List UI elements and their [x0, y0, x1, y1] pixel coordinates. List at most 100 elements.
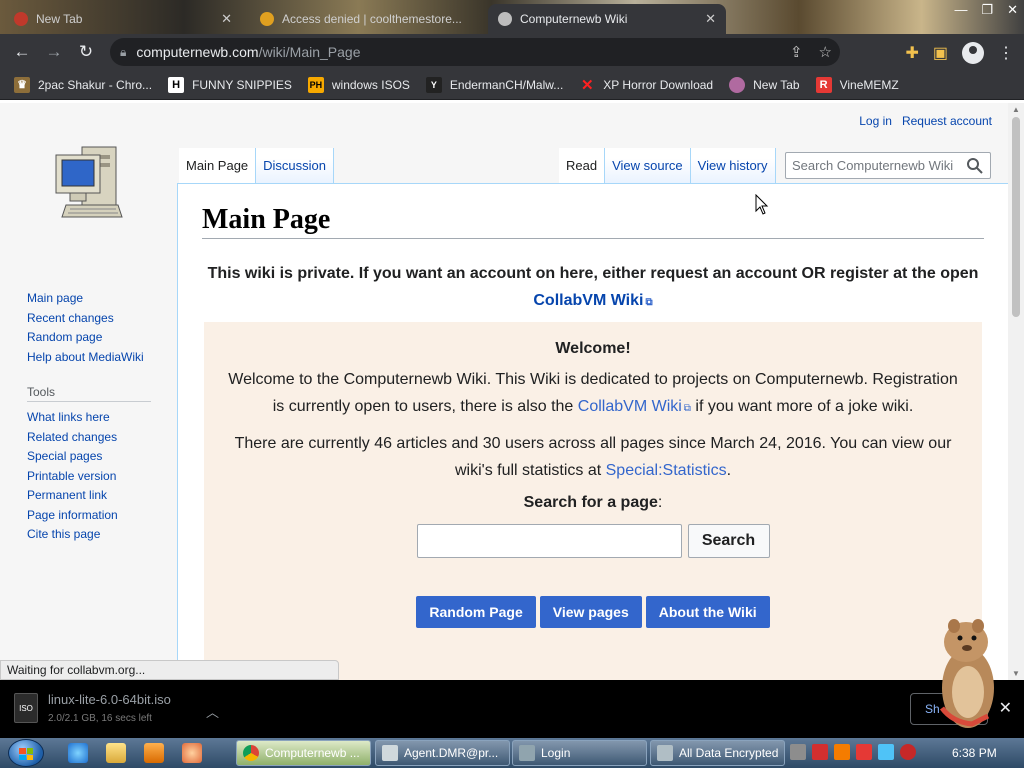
- tab-favicon-icon: [14, 12, 28, 26]
- tab-view-history[interactable]: View history: [690, 148, 776, 183]
- system-tray: [790, 744, 916, 760]
- iso-file-icon: ISO: [14, 693, 38, 723]
- sidebar-item-cite-this-page[interactable]: Cite this page: [27, 525, 157, 545]
- sidebar-item-special-pages[interactable]: Special pages: [27, 447, 157, 467]
- taskbar-item-all-data-encrypted[interactable]: All Data Encrypted: [650, 740, 785, 766]
- bookmark-item[interactable]: PH windows ISOS: [307, 76, 410, 93]
- quick-launch: [68, 743, 202, 763]
- private-notice: This wiki is private. If you want an acc…: [202, 260, 984, 316]
- tab-access-denied[interactable]: Access denied | coolthemestore...: [250, 4, 488, 34]
- lock-icon[interactable]: 🔒︎: [120, 45, 126, 60]
- bookmark-item[interactable]: H FUNNY SNIPPIES: [168, 76, 292, 93]
- taskbar-item-agent[interactable]: Agent.DMR@pr...: [375, 740, 510, 766]
- share-icon[interactable]: ⇪: [790, 43, 803, 61]
- chevron-up-icon[interactable]: ︿: [206, 702, 219, 721]
- bookmark-item[interactable]: R VineMEMZ: [815, 76, 899, 93]
- search-placeholder: Search Computernewb Wiki: [792, 158, 954, 173]
- content-area: Main Page This wiki is private. If you w…: [177, 183, 1008, 680]
- bookmark-star-icon[interactable]: ☆: [819, 43, 832, 61]
- app-launcher-icon[interactable]: [182, 743, 202, 763]
- tray-app-icon[interactable]: [812, 744, 828, 760]
- page-scrollbar[interactable]: ▲ ▼: [1008, 103, 1024, 680]
- scroll-thumb[interactable]: [1012, 117, 1020, 317]
- menu-kebab-icon[interactable]: ⋮: [998, 43, 1014, 63]
- bookmarks-bar: ♛ 2pac Shakur - Chro... H FUNNY SNIPPIES…: [0, 70, 1024, 100]
- taskbar-item-chrome[interactable]: Computernewb ...: [236, 740, 371, 766]
- sidebar-item-printable-version[interactable]: Printable version: [27, 467, 157, 487]
- tray-flag-icon[interactable]: [856, 744, 872, 760]
- back-icon[interactable]: ←: [6, 42, 38, 62]
- media-player-icon[interactable]: [144, 743, 164, 763]
- start-button[interactable]: [8, 739, 44, 767]
- minimize-icon[interactable]: —: [954, 2, 967, 18]
- extensions-icon[interactable]: ✚: [905, 43, 918, 63]
- profile-avatar[interactable]: [962, 42, 984, 64]
- bookmark-label: New Tab: [753, 77, 800, 92]
- collabvm-wiki-link[interactable]: CollabVM Wiki: [533, 292, 643, 309]
- forward-icon[interactable]: →: [38, 42, 70, 62]
- about-wiki-button[interactable]: About the Wiki: [645, 596, 770, 628]
- search-icon[interactable]: [966, 157, 984, 175]
- tab-new-tab[interactable]: New Tab ✕: [4, 4, 242, 34]
- scroll-up-icon[interactable]: ▲: [1012, 105, 1020, 114]
- sidebar-item-recent-changes[interactable]: Recent changes: [27, 309, 157, 329]
- sidebar-item-permanent-link[interactable]: Permanent link: [27, 486, 157, 506]
- tray-app-icon[interactable]: [790, 744, 806, 760]
- tab-discussion[interactable]: Discussion: [256, 148, 335, 183]
- browser-toolbar: ← → ↻ 🔒︎ computernewb.com /wiki/Main_Pag…: [0, 34, 1024, 70]
- tab-view-source[interactable]: View source: [605, 148, 691, 183]
- sidebar-item-help[interactable]: Help about MediaWiki: [27, 348, 157, 368]
- sidebar-item-main-page[interactable]: Main page: [27, 289, 157, 309]
- reload-icon[interactable]: ↻: [70, 42, 102, 62]
- wiki-logo-computer-icon[interactable]: [52, 141, 124, 225]
- external-link-icon: ⧉: [683, 403, 691, 414]
- scroll-down-icon[interactable]: ▼: [1012, 669, 1020, 678]
- sidebar-item-random-page[interactable]: Random page: [27, 328, 157, 348]
- user-icon: [519, 745, 535, 761]
- tray-network-icon[interactable]: [878, 744, 894, 760]
- close-tab-icon[interactable]: ✕: [221, 11, 232, 27]
- random-page-button[interactable]: Random Page: [416, 596, 536, 628]
- download-item[interactable]: ISO linux-lite-6.0-64bit.iso 2.0/2.1 GB,…: [14, 692, 171, 724]
- file-explorer-icon[interactable]: [106, 743, 126, 763]
- bookmark-item[interactable]: Y EndermanCH/Malw...: [425, 76, 563, 93]
- taskbar-item-login[interactable]: Login: [512, 740, 647, 766]
- collabvm-wiki-link-2[interactable]: CollabVM Wiki: [578, 398, 682, 415]
- tab-read[interactable]: Read: [559, 148, 606, 183]
- tray-volume-icon[interactable]: [900, 744, 916, 760]
- tray-app-icon[interactable]: [834, 744, 850, 760]
- wiki-page: Log in Request account Main page Recent …: [0, 103, 1008, 680]
- tab-main-page[interactable]: Main Page: [179, 148, 257, 183]
- side-panel-icon[interactable]: ▣: [933, 43, 948, 63]
- tools-heading: Tools: [27, 385, 151, 402]
- task-label: Login: [541, 746, 571, 760]
- close-tab-icon[interactable]: ✕: [705, 11, 716, 27]
- sidebar-item-page-information[interactable]: Page information: [27, 506, 157, 526]
- page-search-row: Search: [204, 524, 982, 558]
- bookmark-item[interactable]: ✕ XP Horror Download: [579, 77, 713, 94]
- search-button[interactable]: Search: [687, 524, 770, 558]
- internet-explorer-icon[interactable]: [68, 743, 88, 763]
- sidebar-item-related-changes[interactable]: Related changes: [27, 428, 157, 448]
- wiki-search-input[interactable]: Search Computernewb Wiki: [785, 152, 991, 179]
- bookmark-favicon-icon: R: [815, 76, 832, 93]
- view-pages-button[interactable]: View pages: [539, 596, 642, 628]
- tab-title: Computernewb Wiki: [520, 12, 628, 26]
- request-account-link[interactable]: Request account: [902, 114, 992, 128]
- maximize-icon[interactable]: ❐: [981, 2, 993, 18]
- tab-computernewb-wiki[interactable]: Computernewb Wiki ✕: [488, 4, 726, 34]
- login-link[interactable]: Log in: [859, 114, 892, 128]
- special-statistics-link[interactable]: Special:Statistics: [606, 462, 727, 479]
- external-link-icon: ⧉: [645, 297, 653, 308]
- bookmark-favicon-icon: H: [168, 76, 185, 93]
- address-bar[interactable]: 🔒︎ computernewb.com /wiki/Main_Page ⇪ ☆: [110, 38, 840, 66]
- sidebar-item-what-links-here[interactable]: What links here: [27, 408, 157, 428]
- page-search-input[interactable]: [416, 524, 682, 558]
- hamster-sticker-icon: [939, 619, 994, 728]
- close-window-icon[interactable]: ✕: [1007, 2, 1018, 18]
- bookmark-item[interactable]: ♛ 2pac Shakur - Chro...: [14, 76, 152, 93]
- url-path: /wiki/Main_Page: [258, 44, 361, 60]
- taskbar-clock[interactable]: 6:38 PM: [952, 746, 997, 760]
- bookmark-item[interactable]: New Tab: [729, 76, 800, 93]
- task-label: All Data Encrypted: [679, 746, 779, 760]
